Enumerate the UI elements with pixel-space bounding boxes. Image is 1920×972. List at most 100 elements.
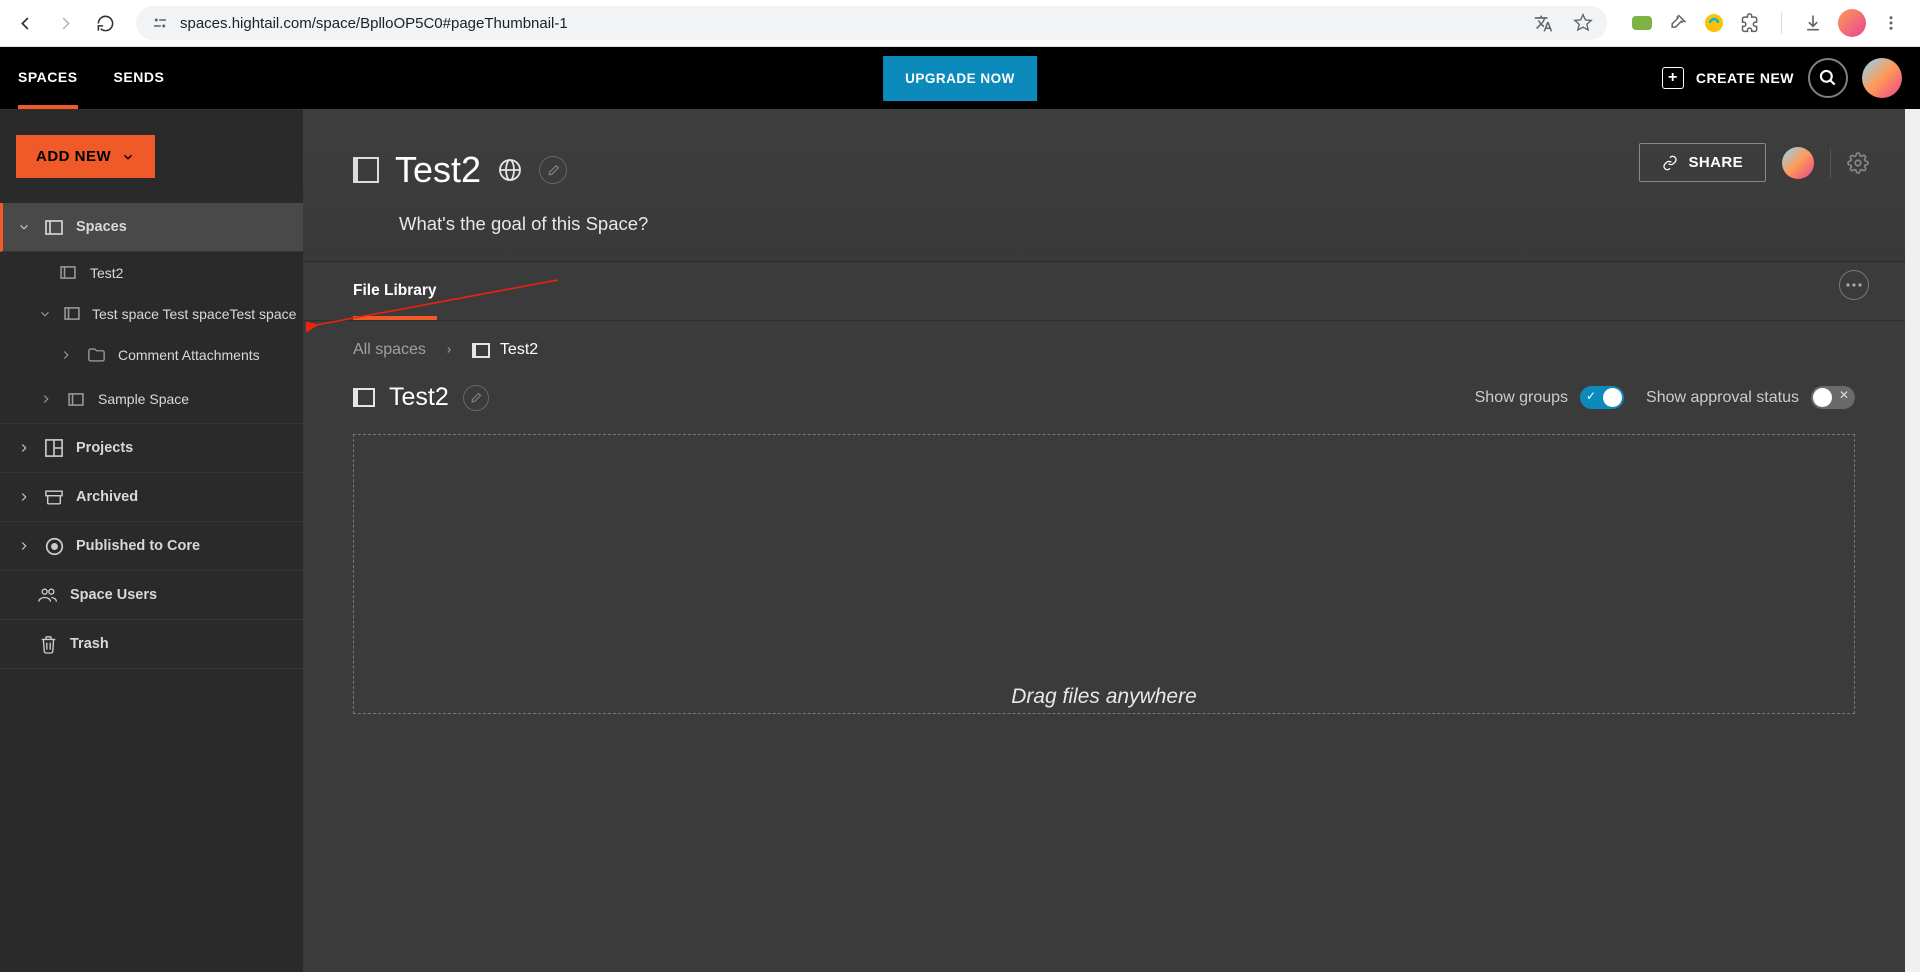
file-dropzone[interactable]: Drag files anywhere bbox=[353, 434, 1855, 714]
add-new-label: ADD NEW bbox=[36, 148, 111, 165]
search-button[interactable] bbox=[1808, 58, 1848, 98]
sidebar-item-published[interactable]: Published to Core bbox=[0, 522, 303, 571]
chevron-right-icon bbox=[58, 348, 74, 362]
tab-spaces[interactable]: SPACES bbox=[18, 47, 78, 109]
create-new-button[interactable]: + CREATE NEW bbox=[1662, 67, 1794, 89]
space-icon bbox=[353, 157, 379, 183]
chevron-down-icon bbox=[38, 307, 52, 321]
chrome-profile-avatar[interactable] bbox=[1838, 9, 1866, 37]
label: Archived bbox=[76, 489, 138, 505]
chevron-right-icon bbox=[38, 392, 54, 406]
sidebar-item-test2[interactable]: Test2 bbox=[0, 252, 303, 293]
label: Trash bbox=[70, 636, 109, 652]
breadcrumb-current: Test2 bbox=[472, 341, 538, 359]
label: Comment Attachments bbox=[118, 347, 260, 363]
back-button[interactable] bbox=[8, 6, 42, 40]
space-icon bbox=[44, 220, 64, 235]
space-icon bbox=[66, 393, 86, 406]
breadcrumb-current-label: Test2 bbox=[500, 341, 538, 359]
tab-file-library[interactable]: File Library bbox=[353, 282, 437, 320]
share-button[interactable]: SHARE bbox=[1639, 143, 1766, 182]
toggle-show-groups[interactable]: ✓ bbox=[1580, 386, 1624, 409]
extension-icons bbox=[1621, 9, 1912, 37]
dropzone-text: Drag files anywhere bbox=[1011, 685, 1197, 709]
section-title-row: Test2 Show groups ✓ Show approval status… bbox=[303, 379, 1905, 430]
user-avatar[interactable] bbox=[1862, 58, 1902, 98]
chevron-right-icon bbox=[444, 343, 454, 357]
add-new-button[interactable]: ADD NEW bbox=[16, 135, 155, 178]
trash-icon bbox=[38, 635, 58, 654]
chevron-right-icon bbox=[16, 441, 32, 455]
site-settings-icon[interactable] bbox=[150, 13, 170, 33]
link-icon bbox=[1662, 155, 1678, 171]
upgrade-button[interactable]: UPGRADE NOW bbox=[883, 56, 1037, 101]
share-label: SHARE bbox=[1688, 154, 1743, 171]
sidebar-item-projects[interactable]: Projects bbox=[0, 424, 303, 473]
scrollbar[interactable] bbox=[1905, 109, 1920, 972]
users-icon bbox=[38, 587, 58, 603]
more-options-button[interactable] bbox=[1839, 270, 1869, 300]
space-icon bbox=[472, 343, 490, 358]
ext-icon-1[interactable] bbox=[1631, 12, 1653, 34]
browser-toolbar: spaces.hightail.com/space/BplloOP5C0#pag… bbox=[0, 0, 1920, 47]
bookmark-star-icon[interactable] bbox=[1573, 13, 1593, 33]
main-content: Test2 What's the goal of this Space? SHA… bbox=[303, 109, 1905, 972]
sidebar-item-space-users[interactable]: Space Users bbox=[0, 571, 303, 620]
core-icon bbox=[44, 537, 64, 556]
space-goal-text[interactable]: What's the goal of this Space? bbox=[399, 213, 1855, 235]
label: Projects bbox=[76, 440, 133, 456]
member-avatar[interactable] bbox=[1782, 147, 1814, 179]
projects-icon bbox=[44, 439, 64, 457]
section-title: Test2 bbox=[389, 383, 449, 412]
sidebar-item-spaces[interactable]: Spaces bbox=[0, 203, 303, 252]
label: Spaces bbox=[76, 219, 127, 235]
sidebar-item-testspace[interactable]: Test space Test spaceTest space bbox=[0, 293, 303, 334]
globe-icon[interactable] bbox=[497, 157, 523, 183]
app-topbar: SPACES SENDS UPGRADE NOW + CREATE NEW bbox=[0, 47, 1920, 109]
label: Published to Core bbox=[76, 538, 200, 554]
toggle-approval-label: Show approval status bbox=[1646, 389, 1799, 407]
space-title: Test2 bbox=[395, 149, 481, 191]
label: Test space Test spaceTest space bbox=[92, 306, 296, 322]
ext-icon-2[interactable] bbox=[1667, 12, 1689, 34]
edit-section-button[interactable] bbox=[463, 385, 489, 411]
downloads-icon[interactable] bbox=[1802, 12, 1824, 34]
folder-icon bbox=[86, 348, 106, 362]
url-text: spaces.hightail.com/space/BplloOP5C0#pag… bbox=[180, 15, 568, 32]
space-header: Test2 What's the goal of this Space? SHA… bbox=[303, 109, 1905, 262]
breadcrumb: All spaces Test2 bbox=[303, 321, 1905, 379]
create-new-label: CREATE NEW bbox=[1696, 70, 1794, 86]
sidebar-item-archived[interactable]: Archived bbox=[0, 473, 303, 522]
chevron-down-icon bbox=[16, 220, 32, 234]
extensions-puzzle-icon[interactable] bbox=[1739, 12, 1761, 34]
label: Space Users bbox=[70, 587, 157, 603]
settings-button[interactable] bbox=[1847, 152, 1869, 174]
tab-sends[interactable]: SENDS bbox=[114, 47, 165, 109]
chevron-right-icon bbox=[16, 539, 32, 553]
divider bbox=[1830, 148, 1831, 178]
sidebar-item-sample-space[interactable]: Sample Space bbox=[0, 375, 303, 424]
sidebar: ADD NEW Spaces Test2 Test space Test spa… bbox=[0, 109, 303, 972]
sidebar-item-comment-attachments[interactable]: Comment Attachments bbox=[0, 334, 303, 375]
forward-button[interactable] bbox=[48, 6, 82, 40]
chrome-menu-icon[interactable] bbox=[1880, 12, 1902, 34]
address-bar[interactable]: spaces.hightail.com/space/BplloOP5C0#pag… bbox=[136, 6, 1607, 40]
label: Sample Space bbox=[98, 391, 189, 407]
space-icon bbox=[64, 307, 80, 320]
toggle-show-approval[interactable]: ✕ bbox=[1811, 386, 1855, 409]
space-icon bbox=[58, 266, 78, 279]
translate-icon[interactable] bbox=[1534, 14, 1553, 33]
label: Test2 bbox=[90, 265, 123, 281]
breadcrumb-root[interactable]: All spaces bbox=[353, 341, 426, 359]
divider bbox=[1781, 12, 1782, 34]
content-tabs: File Library bbox=[303, 262, 1905, 321]
toggle-groups-label: Show groups bbox=[1475, 389, 1568, 407]
chevron-down-icon bbox=[121, 150, 135, 164]
plus-icon: + bbox=[1662, 67, 1684, 89]
archive-icon bbox=[44, 490, 64, 505]
edit-title-button[interactable] bbox=[539, 156, 567, 184]
sidebar-item-trash[interactable]: Trash bbox=[0, 620, 303, 669]
ext-icon-3[interactable] bbox=[1703, 12, 1725, 34]
reload-button[interactable] bbox=[88, 6, 122, 40]
space-icon bbox=[353, 388, 375, 407]
